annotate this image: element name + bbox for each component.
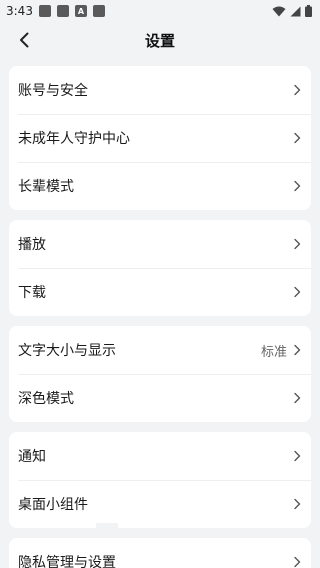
row-right — [293, 450, 301, 462]
settings-group-privacy: 隐私管理与设置 — [9, 538, 311, 568]
settings-item-notifications[interactable]: 通知 — [9, 432, 311, 480]
settings-item-desktop-widget[interactable]: 桌面小组件 — [9, 480, 311, 528]
page-title: 设置 — [144, 31, 175, 50]
status-left: 3:43 A — [6, 4, 105, 18]
settings-item-label: 桌面小组件 — [18, 497, 88, 513]
divider — [96, 523, 118, 533]
signal-icon — [290, 6, 301, 16]
a-icon: A — [74, 5, 87, 17]
row-right — [293, 84, 301, 96]
notification-icon — [92, 5, 105, 17]
chevron-right-icon — [294, 392, 301, 404]
chevron-right-icon — [294, 238, 301, 250]
settings-item-label: 深色模式 — [18, 391, 74, 407]
settings-item-text-size[interactable]: 文字大小与显示 标准 — [9, 326, 311, 374]
settings-item-elder-mode[interactable]: 长辈模式 — [9, 162, 311, 210]
row-right — [293, 238, 301, 250]
status-bar: 3:43 A — [0, 0, 320, 22]
settings-item-label: 账号与安全 — [18, 83, 88, 99]
settings-item-label: 文字大小与显示 — [18, 343, 116, 359]
status-right — [272, 5, 312, 17]
back-button[interactable] — [10, 26, 38, 54]
row-right: 标准 — [261, 341, 301, 360]
settings-item-value: 标准 — [260, 344, 287, 360]
settings-item-label: 下载 — [18, 285, 46, 301]
settings-item-privacy[interactable]: 隐私管理与设置 — [9, 538, 311, 568]
chevron-right-icon — [294, 556, 301, 568]
row-right — [293, 556, 301, 568]
settings-item-label: 隐私管理与设置 — [18, 555, 116, 568]
row-right — [293, 132, 301, 144]
settings-group-display: 文字大小与显示 标准 深色模式 — [9, 326, 311, 422]
header: 设置 — [0, 22, 320, 58]
chevron-right-icon — [294, 498, 301, 510]
row-right — [293, 286, 301, 298]
settings-item-label: 长辈模式 — [18, 179, 74, 195]
settings-item-label: 未成年人守护中心 — [18, 131, 130, 147]
settings-item-download[interactable]: 下载 — [9, 268, 311, 316]
chevron-right-icon — [294, 180, 301, 192]
chevron-right-icon — [294, 286, 301, 298]
chevron-right-icon — [294, 450, 301, 462]
settings-item-playback[interactable]: 播放 — [9, 220, 311, 268]
chevron-left-icon — [20, 32, 29, 48]
notification-icon — [56, 5, 69, 17]
settings-group-account: 账号与安全 未成年人守护中心 长辈模式 — [9, 66, 311, 210]
row-right — [293, 180, 301, 192]
settings-item-label: 播放 — [18, 237, 46, 253]
chevron-right-icon — [294, 344, 301, 356]
settings-item-account-security[interactable]: 账号与安全 — [9, 66, 311, 114]
status-time: 3:43 — [6, 4, 33, 18]
settings-item-minor-guard[interactable]: 未成年人守护中心 — [9, 114, 311, 162]
wifi-icon — [272, 6, 286, 16]
notification-icon — [38, 5, 51, 17]
settings-item-dark-mode[interactable]: 深色模式 — [9, 374, 311, 422]
settings-list: 账号与安全 未成年人守护中心 长辈模式 播放 下载 文字大小与显示 标准 深色模… — [0, 58, 320, 568]
row-right — [293, 498, 301, 510]
settings-item-label: 通知 — [18, 449, 46, 465]
battery-icon — [305, 5, 312, 17]
row-right — [293, 392, 301, 404]
chevron-right-icon — [294, 84, 301, 96]
settings-group-notifications: 通知 桌面小组件 — [9, 432, 311, 528]
chevron-right-icon — [294, 132, 301, 144]
settings-group-playback: 播放 下载 — [9, 220, 311, 316]
